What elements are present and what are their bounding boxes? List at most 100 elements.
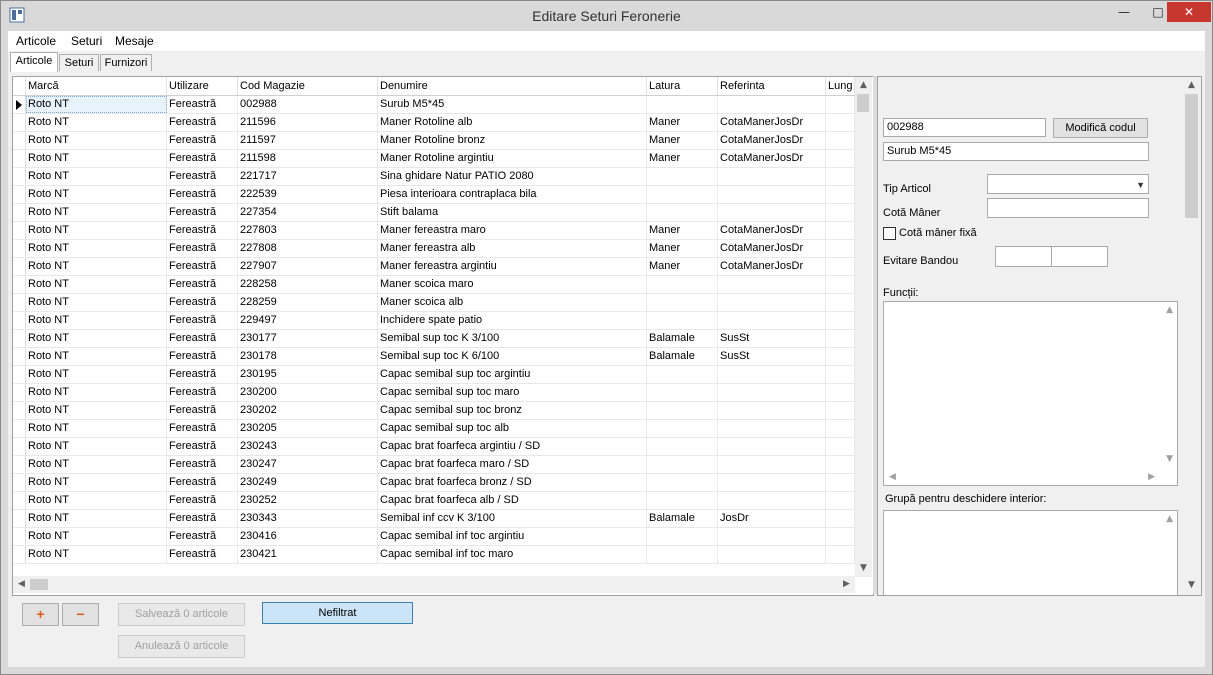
table-cell[interactable]: Fereastră	[167, 294, 238, 311]
table-cell[interactable]: 230200	[238, 384, 378, 401]
table-cell[interactable]	[826, 258, 855, 275]
table-cell[interactable]: Fereastră	[167, 96, 238, 113]
table-cell[interactable]	[826, 294, 855, 311]
table-cell[interactable]: Fereastră	[167, 456, 238, 473]
table-row[interactable]: Roto NT Fereastră 228258 Maner scoica maro	[13, 276, 855, 294]
table-cell[interactable]: Maner	[647, 222, 718, 239]
table-cell[interactable]: CotaManerJosDr	[718, 114, 826, 131]
table-cell[interactable]: Capac brat foarfeca argintiu / SD	[378, 438, 647, 455]
row-selector[interactable]	[13, 330, 26, 347]
table-cell[interactable]: Capac semibal sup toc alb	[378, 420, 647, 437]
scroll-right-icon[interactable]: ▶	[838, 576, 855, 593]
table-cell[interactable]: 230421	[238, 546, 378, 563]
table-cell[interactable]: 230247	[238, 456, 378, 473]
detail-scroll-up-icon[interactable]: ▲	[1183, 77, 1200, 94]
table-cell[interactable]: Capac brat foarfeca maro / SD	[378, 456, 647, 473]
functii-list[interactable]: ▲ ▼ ◀ ▶	[883, 301, 1178, 486]
table-cell[interactable]: Maner	[647, 258, 718, 275]
table-cell[interactable]	[826, 168, 855, 185]
col-header-referinta[interactable]: Referinta	[718, 77, 826, 95]
detail-scroll-down-icon[interactable]: ▼	[1183, 577, 1200, 594]
table-cell[interactable]	[647, 528, 718, 545]
table-cell[interactable]	[826, 312, 855, 329]
table-cell[interactable]: Fereastră	[167, 474, 238, 491]
table-cell[interactable]: 230205	[238, 420, 378, 437]
table-cell[interactable]: Fereastră	[167, 150, 238, 167]
minimize-button[interactable]: —	[1107, 2, 1141, 22]
table-cell[interactable]: 222539	[238, 186, 378, 203]
code-field[interactable]: 002988	[883, 118, 1046, 137]
table-cell[interactable]	[718, 528, 826, 545]
table-row[interactable]: Roto NT Fereastră 230252 Capac brat foarfec…	[13, 492, 855, 510]
table-cell[interactable]	[826, 474, 855, 491]
table-cell[interactable]	[718, 492, 826, 509]
table-cell[interactable]	[826, 366, 855, 383]
table-cell[interactable]	[826, 132, 855, 149]
table-cell[interactable]: Roto NT	[26, 366, 167, 383]
row-selector[interactable]	[13, 366, 26, 383]
table-cell[interactable]: Balamale	[647, 330, 718, 347]
table-cell[interactable]: Maner fereastra maro	[378, 222, 647, 239]
table-cell[interactable]	[826, 384, 855, 401]
row-selector[interactable]	[13, 438, 26, 455]
table-cell[interactable]: 230178	[238, 348, 378, 365]
table-cell[interactable]: Roto NT	[26, 510, 167, 527]
table-cell[interactable]: Roto NT	[26, 150, 167, 167]
grid-horizontal-scrollbar[interactable]: ◀ ▶	[13, 576, 855, 593]
table-cell[interactable]	[718, 402, 826, 419]
detail-vertical-scrollbar[interactable]: ▲ ▼	[1183, 77, 1200, 594]
cota-maner-field[interactable]	[987, 198, 1149, 218]
table-cell[interactable]: Maner	[647, 150, 718, 167]
table-cell[interactable]: Roto NT	[26, 348, 167, 365]
row-selector[interactable]	[13, 546, 26, 563]
table-cell[interactable]: Fereastră	[167, 222, 238, 239]
table-cell[interactable]: Fereastră	[167, 348, 238, 365]
table-cell[interactable]: Roto NT	[26, 420, 167, 437]
table-cell[interactable]: Roto NT	[26, 294, 167, 311]
table-cell[interactable]: Fereastră	[167, 420, 238, 437]
table-cell[interactable]: Roto NT	[26, 240, 167, 257]
table-cell[interactable]: 227354	[238, 204, 378, 221]
table-cell[interactable]	[826, 492, 855, 509]
table-cell[interactable]: Fereastră	[167, 132, 238, 149]
table-cell[interactable]: Capac semibal sup toc bronz	[378, 402, 647, 419]
table-row[interactable]: Roto NT Fereastră 227907 Maner fereastra ar…	[13, 258, 855, 276]
table-cell[interactable]: Maner Rotoline argintiu	[378, 150, 647, 167]
table-cell[interactable]: 228259	[238, 294, 378, 311]
grupa-scroll-up-icon[interactable]: ▲	[1166, 514, 1173, 524]
table-row[interactable]: Roto NT Fereastră 222539 Piesa interioara c…	[13, 186, 855, 204]
table-row[interactable]: Roto NT Fereastră 230249 Capac brat foarfec…	[13, 474, 855, 492]
table-cell[interactable]	[647, 474, 718, 491]
table-row[interactable]: Roto NT Fereastră 228259 Maner scoica alb	[13, 294, 855, 312]
table-cell[interactable]: Fereastră	[167, 438, 238, 455]
table-row[interactable]: Roto NT Fereastră 230421 Capac semibal inf …	[13, 546, 855, 564]
table-cell[interactable]: Roto NT	[26, 528, 167, 545]
table-cell[interactable]: Maner	[647, 114, 718, 131]
table-cell[interactable]: Capac semibal inf toc argintiu	[378, 528, 647, 545]
table-cell[interactable]	[718, 186, 826, 203]
table-row[interactable]: Roto NT Fereastră 211597 Maner Rotoline bro…	[13, 132, 855, 150]
row-selector[interactable]	[13, 240, 26, 257]
grid-vertical-scrollbar[interactable]: ▲ ▼	[855, 77, 872, 577]
table-cell[interactable]: 230249	[238, 474, 378, 491]
table-cell[interactable]: Piesa interioara contraplaca bila	[378, 186, 647, 203]
col-header-utilizare[interactable]: Utilizare	[167, 77, 238, 95]
table-cell[interactable]: 230416	[238, 528, 378, 545]
table-cell[interactable]	[647, 546, 718, 563]
table-cell[interactable]: JosDr	[718, 510, 826, 527]
table-cell[interactable]: Capac brat foarfeca bronz / SD	[378, 474, 647, 491]
row-selector[interactable]	[13, 258, 26, 275]
table-cell[interactable]	[826, 114, 855, 131]
table-cell[interactable]: Capac semibal sup toc argintiu	[378, 366, 647, 383]
table-cell[interactable]: Capac semibal inf toc maro	[378, 546, 647, 563]
row-selector[interactable]	[13, 222, 26, 239]
table-cell[interactable]: Roto NT	[26, 258, 167, 275]
filter-button[interactable]: Nefiltrat	[262, 602, 413, 624]
table-cell[interactable]	[718, 366, 826, 383]
table-cell[interactable]: Fereastră	[167, 114, 238, 131]
grupa-scroll-down-icon[interactable]: ▼	[1166, 595, 1173, 596]
row-selector[interactable]	[13, 492, 26, 509]
evitare-bandou-field-1[interactable]	[995, 246, 1052, 267]
table-cell[interactable]: Roto NT	[26, 456, 167, 473]
col-header-denumire[interactable]: Denumire	[378, 77, 647, 95]
